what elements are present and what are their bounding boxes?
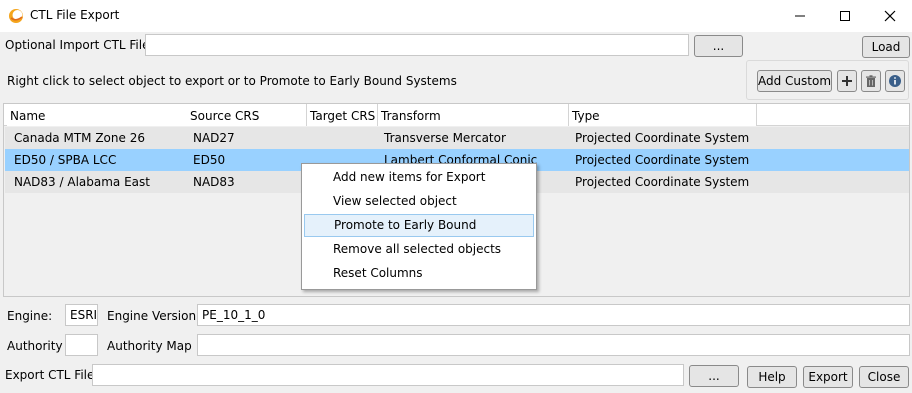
menu-item-promote-early-bound[interactable]: Promote to Early Bound — [304, 214, 534, 237]
load-button[interactable]: Load — [862, 36, 910, 58]
menu-item-view-selected[interactable]: View selected object — [304, 190, 534, 213]
cell-name: ED50 / SPBA LCC — [14, 153, 117, 167]
close-icon — [884, 10, 896, 22]
custom-toolbar: Add Custom — [746, 60, 909, 100]
minimize-icon — [795, 15, 805, 17]
instructions-text: Right click to select object to export o… — [7, 74, 457, 88]
cell-name: NAD83 / Alabama East — [14, 175, 150, 189]
plus-icon — [842, 76, 852, 86]
help-button[interactable]: Help — [747, 366, 797, 388]
authority-field[interactable] — [65, 334, 98, 356]
export-ctl-label: Export CTL File: — [5, 368, 99, 382]
column-header-transform[interactable]: Transform — [378, 104, 569, 126]
import-ctl-label: Optional Import CTL File: — [5, 38, 154, 52]
minimize-button[interactable] — [777, 0, 823, 32]
cell-source-crs: NAD83 — [193, 175, 235, 189]
close-button[interactable]: Close — [859, 366, 909, 388]
export-browse-button[interactable]: ... — [689, 365, 739, 387]
cell-type: Projected Coordinate System — [575, 175, 750, 189]
column-header-type[interactable]: Type — [569, 104, 757, 126]
menu-item-add-new-items[interactable]: Add new items for Export — [304, 166, 534, 189]
info-icon — [889, 75, 901, 87]
import-browse-button[interactable]: ... — [694, 35, 743, 57]
add-custom-button[interactable]: Add Custom — [757, 70, 832, 92]
close-window-button[interactable] — [867, 0, 912, 32]
trash-icon — [866, 74, 876, 87]
authority-label: Authority — [7, 339, 63, 353]
cell-type: Projected Coordinate System — [575, 153, 750, 167]
column-header-target-crs[interactable]: Target CRS — [307, 104, 378, 126]
menu-item-reset-columns[interactable]: Reset Columns — [304, 262, 534, 285]
menu-item-remove-selected[interactable]: Remove all selected objects — [304, 238, 534, 261]
context-menu: Add new items for Export View selected o… — [301, 163, 537, 290]
authority-map-field[interactable] — [197, 334, 910, 356]
engine-label: Engine: — [7, 309, 53, 323]
window-title: CTL File Export — [30, 8, 120, 22]
cell-transform: Transverse Mercator — [384, 131, 506, 145]
cell-source-crs: ED50 — [193, 153, 226, 167]
column-header-source-crs[interactable]: Source CRS — [187, 104, 307, 126]
add-button[interactable] — [837, 70, 857, 92]
table-header: Name Source CRS Target CRS Transform Typ… — [4, 104, 909, 126]
maximize-icon — [840, 11, 850, 21]
app-logo-icon — [9, 9, 23, 23]
engine-field[interactable]: ESRI — [65, 304, 98, 326]
column-header-name[interactable]: Name — [7, 104, 189, 126]
authority-map-label: Authority Map — [107, 339, 192, 353]
engine-version-field[interactable]: PE_10_1_0 — [197, 304, 910, 326]
export-ctl-field[interactable] — [92, 364, 684, 386]
info-button[interactable] — [885, 70, 905, 92]
maximize-button[interactable] — [822, 0, 868, 32]
engine-version-label: Engine Version: — [107, 309, 201, 323]
import-ctl-field[interactable] — [145, 34, 689, 56]
title-bar: CTL File Export — [0, 0, 912, 32]
export-button[interactable]: Export — [803, 366, 853, 388]
cell-type: Projected Coordinate System — [575, 131, 750, 145]
delete-button[interactable] — [861, 70, 881, 92]
cell-source-crs: NAD27 — [193, 131, 235, 145]
table-row[interactable]: Canada MTM Zone 26 NAD27 Transverse Merc… — [5, 127, 909, 149]
cell-name: Canada MTM Zone 26 — [14, 131, 145, 145]
